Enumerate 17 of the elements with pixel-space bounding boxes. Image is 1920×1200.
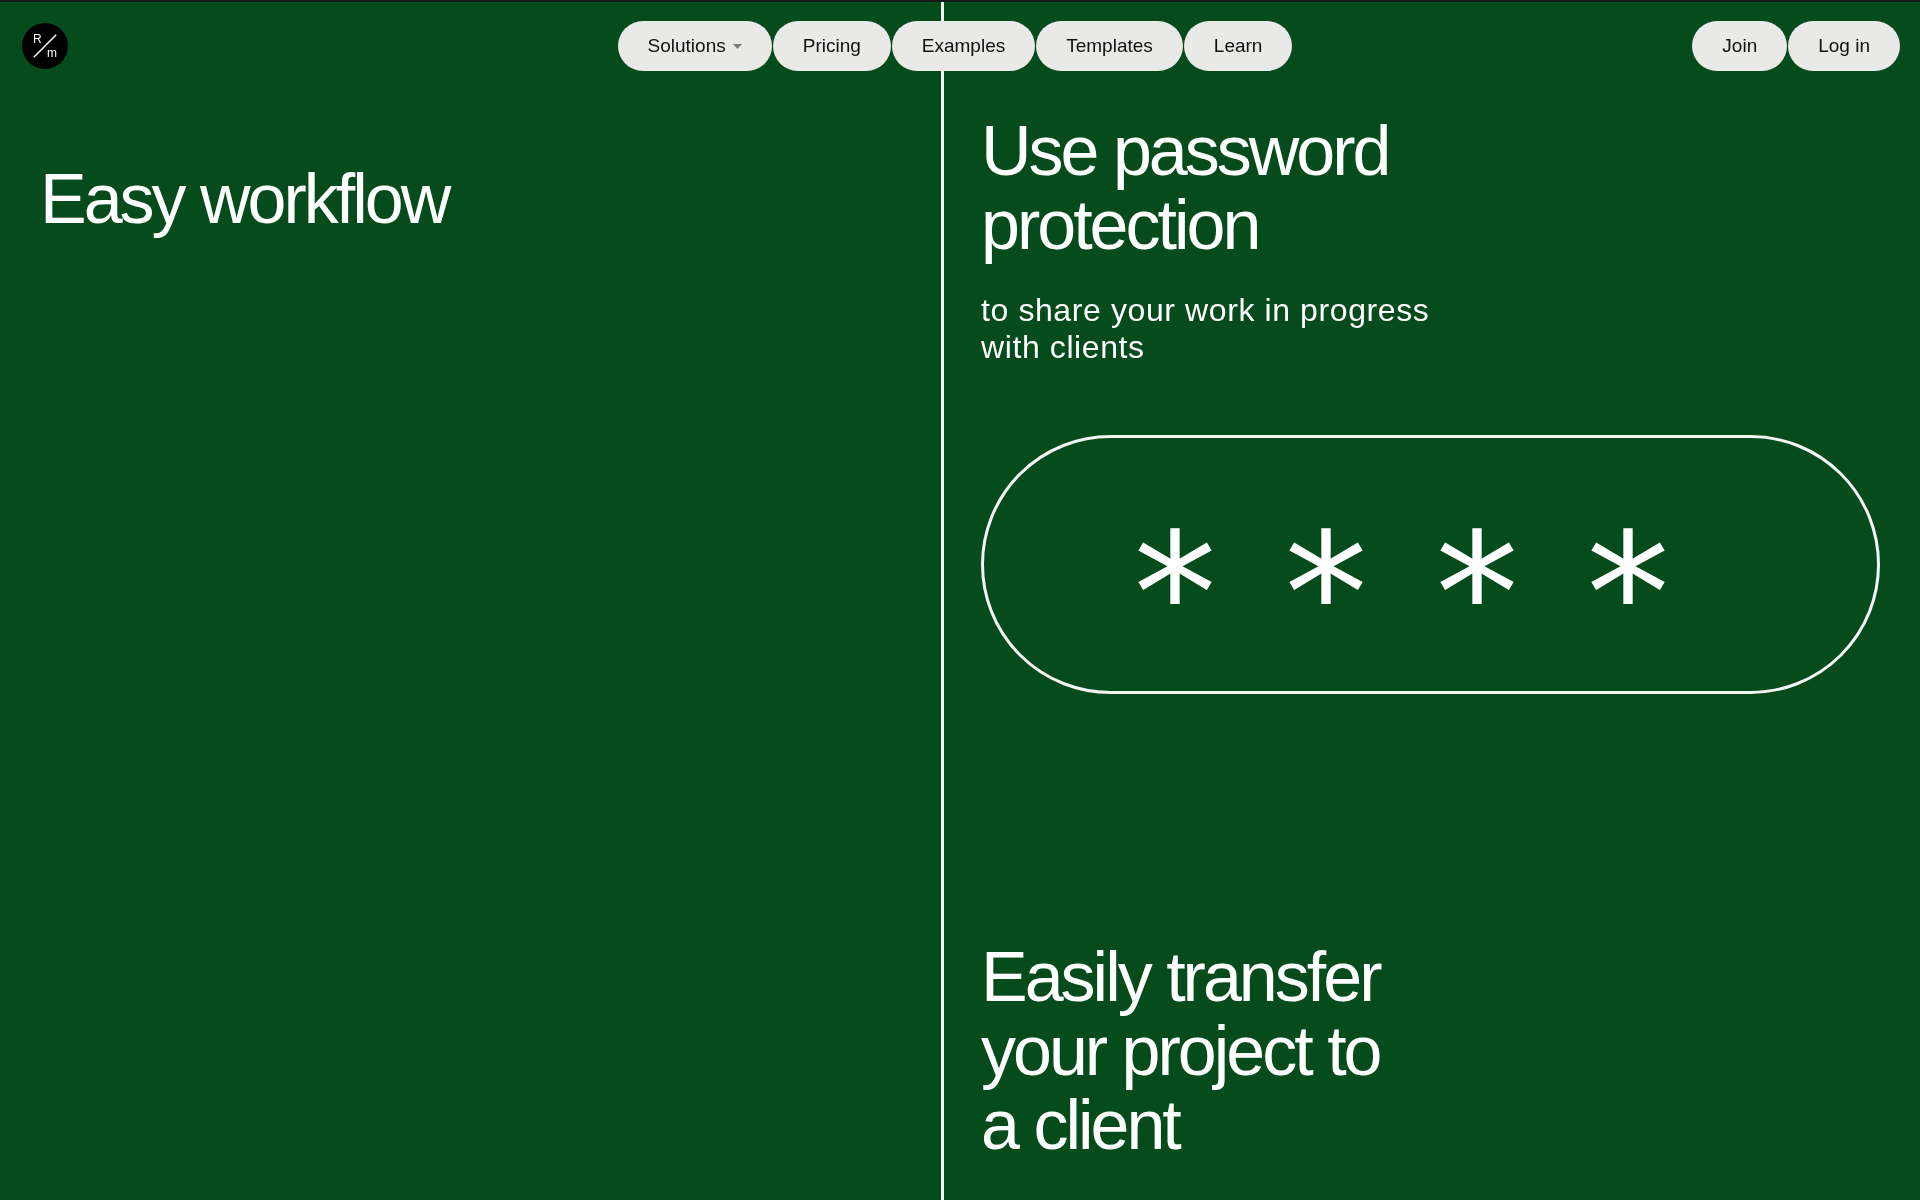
caret-icon — [732, 43, 742, 49]
nav-link[interactable]: Examples — [891, 21, 1036, 71]
nav-link[interactable]: Templates — [1036, 21, 1183, 71]
account-button[interactable]: Join — [1692, 21, 1788, 71]
password-field: **** — [981, 435, 1880, 694]
nav-link[interactable]: Solutions — [617, 21, 772, 71]
account-button[interactable]: Log in — [1788, 21, 1900, 71]
logo-letter: m — [47, 47, 57, 59]
section-heading: Use password protection — [981, 114, 1390, 262]
logo-badge[interactable]: R m — [22, 23, 68, 69]
section-heading: Easily transfer your project to a client — [981, 940, 1381, 1162]
nav-link[interactable]: Learn — [1183, 21, 1293, 71]
section-heading: Easy workflow — [40, 162, 451, 236]
slash-icon — [33, 34, 57, 58]
nav-link[interactable]: Pricing — [772, 21, 891, 71]
section-text: to share your work in progress with clients — [981, 292, 1431, 366]
logo-letter: R — [33, 33, 42, 45]
